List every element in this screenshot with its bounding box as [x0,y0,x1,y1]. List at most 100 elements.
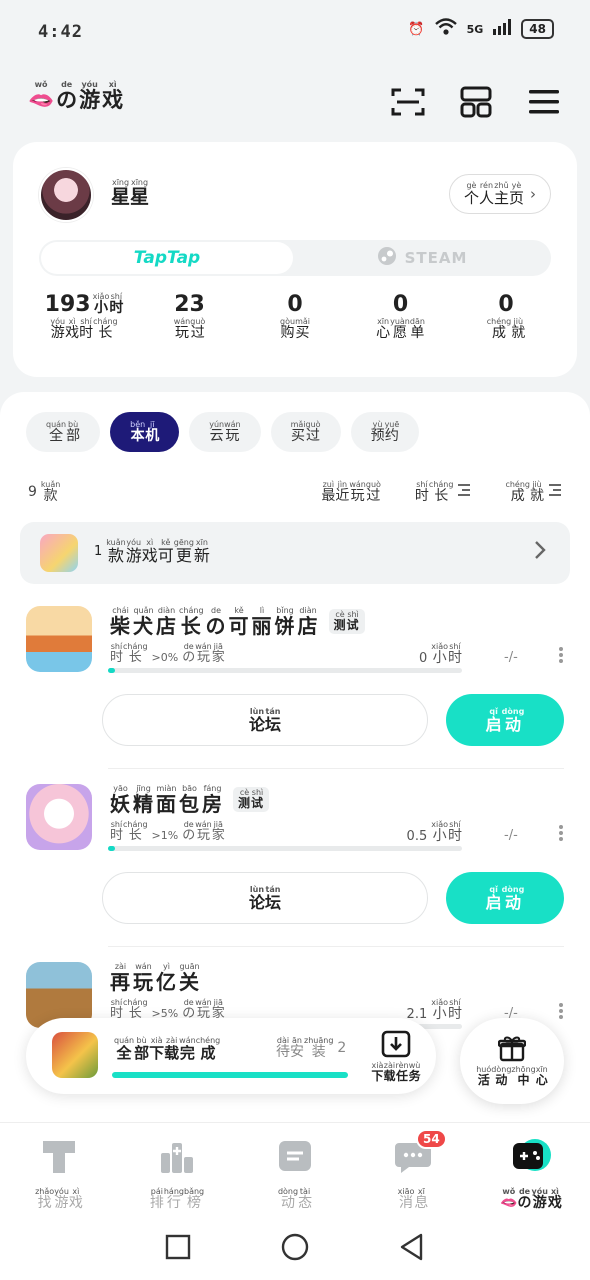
char: jīng 精 [133,784,154,815]
char: chái 柴 [110,606,131,637]
test-badge: cè 测 shì 试 [328,609,365,634]
filter-chip[interactable]: mǎi 买 guò 过 [270,412,341,452]
fairy-bakery-icon[interactable] [26,784,92,850]
nav-item[interactable]: zhǎo 找 yóu 游 xì 戏 [0,1123,118,1218]
sort-option[interactable]: zuì 最 jìn 近 wán 玩 guò 过 [321,480,381,504]
hanzi: 近 [335,488,350,504]
char: yóu 游 [126,538,142,565]
nav-item[interactable]: wǒ 🫦 de の yóu 游 xì 戏 [472,1123,590,1218]
start-button[interactable]: qǐ 启 dòng 动 [446,872,564,924]
char: gòu 购 [280,317,295,341]
hanzi: 房 [202,792,223,816]
hanzi: 时 [448,828,462,844]
sort-option[interactable]: chéng 成 jiù 就 [505,480,562,504]
hanzi: 论 [248,714,265,734]
filter-chip[interactable]: běn 本 jī 机 [110,412,180,452]
char: chéng 成 [487,317,512,341]
grid-icon[interactable] [458,84,494,120]
back-icon[interactable] [399,1233,425,1265]
hanzi: 面 [156,792,177,816]
char: gēng 更 [174,538,194,565]
nav-label: dòng 动 tài 态 [278,1187,312,1211]
update-available-bar[interactable]: 1 kuǎn 款 yóu 游 xì 戏 kě 可 gēng 更 xīn 新 [20,522,570,584]
more-options-icon[interactable] [558,1002,564,1020]
stat-item[interactable]: 23 wán 玩 guò 过 [145,292,235,341]
meta-percent: >0% [151,651,179,665]
hanzi: 完 [179,1044,195,1062]
char: gè 个 [464,181,479,207]
home-icon[interactable] [281,1233,309,1265]
pending-install-count: 2 [337,1040,347,1057]
activity-center-button[interactable]: huó 活 dòng 动 zhōng 中 xīn 心 [460,1018,564,1104]
char: kuǎn 款 [106,538,125,565]
forum-button[interactable]: lùn 论 tán 坛 [102,694,428,746]
hanzi: 下 [149,1044,165,1062]
filter-chip[interactable]: quán 全 bù 部 [26,412,101,452]
recent-apps-icon[interactable] [165,1234,191,1264]
nav-item[interactable]: pái 排 háng 行 bǎng 榜 [118,1123,236,1218]
game-hours: 0 xiǎo 小 shí 时 [419,642,462,666]
shiba-bakery-icon[interactable] [26,606,92,672]
scan-icon[interactable] [390,84,426,120]
hanzi: 待 [276,1044,290,1060]
meta-suffix: de の wán 玩 jiā 家 [182,820,225,843]
char: xīn 心 [536,1065,548,1087]
stat-item[interactable]: 0 chéng 成 jiù 就 [461,292,551,341]
update-count: 1 [94,543,103,559]
download-status-bar[interactable]: quán 全 bù 部 xià 下 zài 载 wán 完 chéng 成 dài 待 ān 安 zhuāng… [26,1018,436,1094]
platform-tab-taptap[interactable]: TapTap [41,242,293,274]
hanzi: 论 [248,892,265,912]
nav-item[interactable]: dòng 动 tài 态 [236,1123,354,1218]
hours-unit: xiǎo 小 shí 时 [431,642,462,666]
hanzi: 玩 [196,828,210,843]
sort-option[interactable]: shí 时 cháng 长 [415,480,472,504]
hanzi: 款 [43,488,58,504]
signal-icon [493,19,512,39]
progress-fill [108,668,116,673]
nav-item[interactable]: xiāo 消 xī 息 54 [354,1123,472,1218]
personal-homepage-button[interactable]: gè 个 rén 人 zhǔ 主 yè 页 › [448,174,551,214]
menu-icon[interactable] [526,84,562,120]
more-options-icon[interactable] [558,824,564,842]
download-tasks-button[interactable]: xià 下 zài 载 rèn 任 wù 务 [366,1030,426,1083]
hanzi: 榜 [187,1195,202,1211]
stat-item[interactable]: 193 xiǎo 小 shí 时 yóu 游 xì 戏 shí 时 cháng 长 [39,292,129,341]
char: xì 戏 [548,1187,562,1211]
stat-label: wán 玩 guò 过 [174,317,206,341]
hanzi: 过 [190,325,205,341]
hanzi: 时 [448,1006,462,1022]
char: zhōng 中 [511,1065,535,1087]
more-options-icon[interactable] [558,646,564,664]
filter-chip[interactable]: yún 云 wán 玩 [189,412,261,452]
start-button[interactable]: qǐ 启 dòng 动 [446,694,564,746]
stat-item[interactable]: 0 xīn 心 yuàn 愿 dān 单 [356,292,446,341]
stat-value-row: 0 [393,292,408,317]
char: dòng 动 [278,1187,298,1211]
download-progress-bar [112,1072,348,1078]
platform-tab-steam[interactable]: STEAM [293,240,551,276]
stat-item[interactable]: 0 gòu 购 mǎi 买 [250,292,340,341]
char: xiǎo 小 [431,820,448,844]
char: cè 测 [334,610,347,632]
char: xīng 星 [111,178,130,208]
stat-label: chéng 成 jiù 就 [487,317,526,341]
chevron-right-icon [534,540,546,564]
hanzi: 再 [110,970,131,994]
forum-button[interactable]: lùn 论 tán 坛 [102,872,428,924]
char: xì 戏 [65,317,79,341]
hanzi: 长 [128,828,142,843]
stat-value-row: 193 xiǎo 小 shí 时 [45,292,124,317]
char: bù 部 [66,420,80,444]
hanzi: の [182,828,196,843]
char: rén 人 [479,181,494,207]
hanzi: 时 [110,828,124,843]
char: mǎi 买 [291,420,306,444]
char: lùn 论 [249,885,265,912]
hanzi: 动 [281,1195,295,1211]
avatar[interactable] [39,168,93,222]
hanzi: の [205,614,227,638]
filter-chip[interactable]: yù 预 yuē 约 [350,412,420,452]
game-title[interactable]: chái 柴 quǎn 犬 diàn 店 cháng 长 de の kě 可 lì 丽 bǐng 饼 diàn 店… [110,606,365,637]
game-title[interactable]: zài 再 wán 玩 yì 亿 guān 关 [110,962,200,993]
game-title[interactable]: yāo 妖 jīng 精 miàn 面 bāo 包 fáng 房 cè 测 shì 试 [110,784,270,816]
